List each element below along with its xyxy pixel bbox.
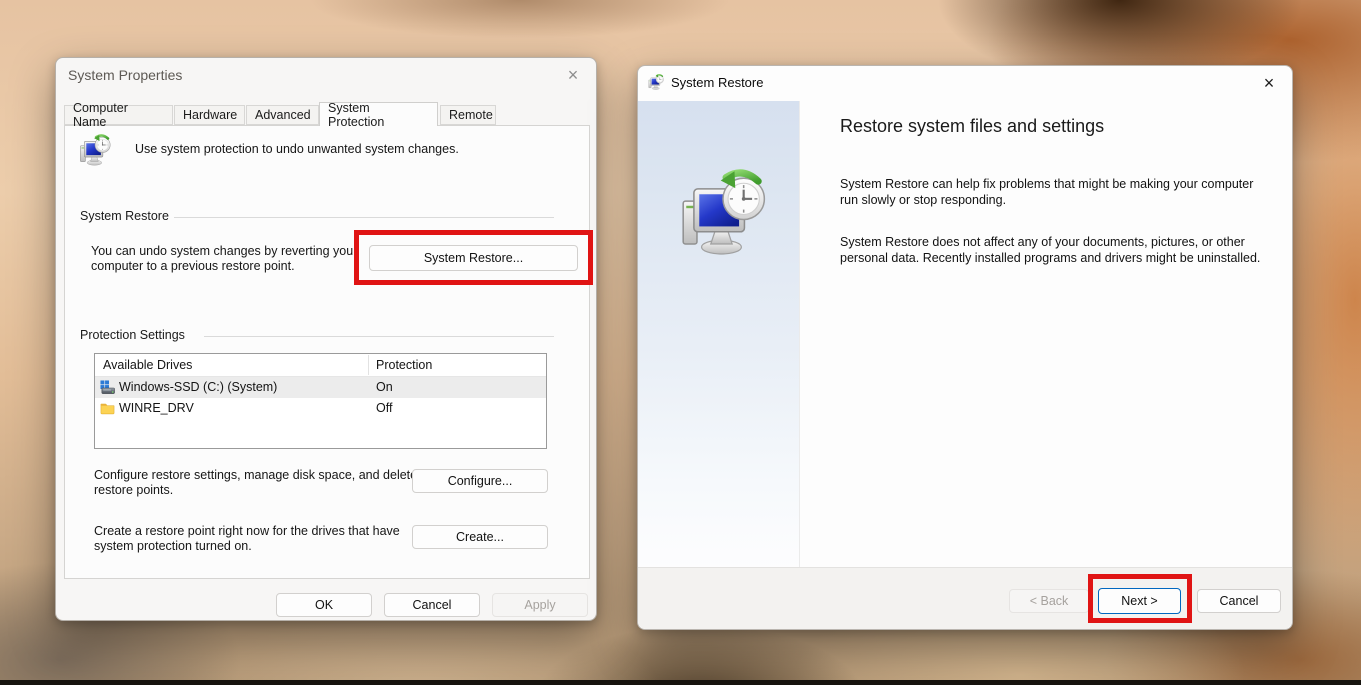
column-divider (368, 355, 369, 375)
table-header: Available Drives Protection (95, 354, 546, 377)
system-restore-icon (647, 74, 665, 92)
titlebar[interactable]: System Restore × (638, 66, 1292, 101)
tab-system-protection[interactable]: System Protection (319, 102, 438, 126)
dialog-title: System Properties (68, 67, 182, 83)
wizard-paragraph: System Restore does not affect any of yo… (840, 234, 1282, 267)
drive-name: WINRE_DRV (119, 401, 194, 415)
protection-status: Off (376, 401, 392, 415)
tab-remote[interactable]: Remote (440, 105, 496, 125)
protection-settings-table: Available Drives Protection Windows-SSD … (94, 353, 547, 449)
tab-computer-name[interactable]: Computer Name (64, 105, 173, 125)
wizard-paragraph: System Restore can help fix problems tha… (840, 176, 1268, 209)
system-restore-icon (77, 134, 113, 170)
group-label-protection-settings: Protection Settings (80, 328, 185, 342)
folder-icon (100, 401, 115, 416)
protection-status: On (376, 380, 393, 394)
intro-text: Use system protection to undo unwanted s… (135, 142, 459, 156)
create-button[interactable]: Create... (412, 525, 548, 549)
wizard-footer (638, 567, 1292, 629)
highlight-box-system-restore (354, 230, 593, 285)
column-available-drives: Available Drives (103, 358, 192, 372)
system-restore-wizard: System Restore × Restore system files an… (637, 65, 1293, 630)
system-drive-icon (100, 380, 115, 395)
wizard-heading: Restore system files and settings (840, 116, 1104, 137)
cancel-button[interactable]: Cancel (384, 593, 480, 617)
configure-button[interactable]: Configure... (412, 469, 548, 493)
group-divider (204, 336, 554, 337)
system-properties-dialog: System Properties × Computer Name Hardwa… (55, 57, 597, 621)
back-button[interactable]: < Back (1009, 589, 1089, 613)
table-row[interactable]: Windows-SSD (C:) (System) On (95, 377, 546, 398)
column-protection: Protection (376, 358, 432, 372)
configure-description: Configure restore settings, manage disk … (94, 468, 426, 499)
wizard-sidebar (638, 101, 800, 569)
tab-hardware[interactable]: Hardware (174, 105, 245, 125)
close-icon[interactable]: × (1256, 72, 1282, 94)
ok-button[interactable]: OK (276, 593, 372, 617)
group-divider (174, 217, 554, 218)
table-row[interactable]: WINRE_DRV Off (95, 398, 546, 419)
cancel-button[interactable]: Cancel (1197, 589, 1281, 613)
apply-button[interactable]: Apply (492, 593, 588, 617)
system-restore-icon-large (674, 169, 772, 267)
group-label-system-restore: System Restore (80, 209, 169, 223)
highlight-box-next (1088, 574, 1192, 623)
dialog-title: System Restore (671, 75, 763, 90)
create-description: Create a restore point right now for the… (94, 524, 426, 555)
close-icon[interactable]: × (560, 64, 586, 86)
tab-page-system-protection (64, 125, 590, 579)
tab-advanced[interactable]: Advanced (246, 105, 319, 125)
wallpaper-dark-edge (0, 680, 1361, 685)
system-restore-description: You can undo system changes by reverting… (91, 244, 359, 275)
drive-name: Windows-SSD (C:) (System) (119, 380, 277, 394)
